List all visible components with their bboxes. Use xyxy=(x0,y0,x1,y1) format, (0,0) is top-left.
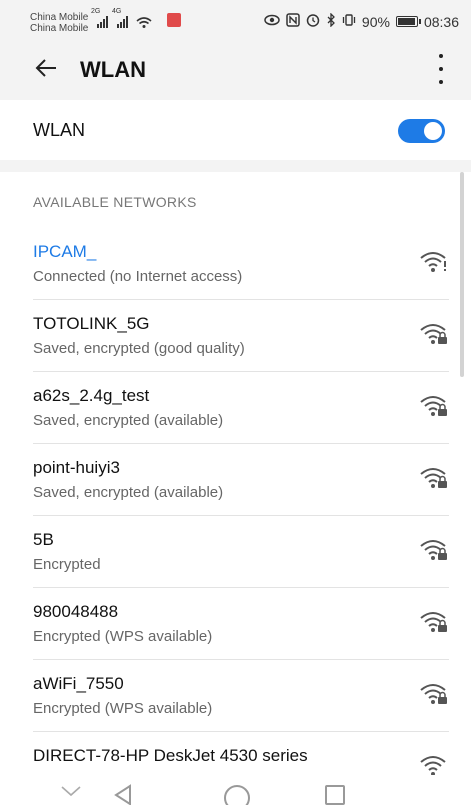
nav-recent-apps-icon[interactable] xyxy=(325,785,345,805)
app-header: WLAN xyxy=(0,40,471,100)
network-list-item[interactable]: aWiFi_7550 Encrypted (WPS available) xyxy=(0,660,471,732)
network-status: Connected (no Internet access) xyxy=(33,268,243,285)
network-status: Saved, encrypted (available) xyxy=(33,412,224,429)
carrier-names: China Mobile China Mobile xyxy=(30,12,88,34)
wifi-lock-icon xyxy=(418,320,448,346)
nfc-icon xyxy=(286,13,300,30)
nav-back-icon[interactable] xyxy=(112,784,134,805)
section-divider xyxy=(0,160,471,172)
notification-icon xyxy=(167,13,181,27)
network-list-item[interactable]: 5B Encrypted xyxy=(0,516,471,588)
network-name: TOTOLINK_5G xyxy=(33,314,150,333)
network-name: IPCAM_ xyxy=(33,242,97,261)
status-icons: 90% 08:36 xyxy=(264,12,459,30)
alarm-icon xyxy=(306,13,320,30)
wlan-toggle-label: WLAN xyxy=(33,120,86,140)
wifi-lock-icon xyxy=(418,680,448,706)
clock: 08:36 xyxy=(423,13,459,30)
bluetooth-icon xyxy=(326,12,336,30)
nav-home-icon[interactable] xyxy=(224,785,250,805)
network-list-item[interactable]: 980048488 Encrypted (WPS available) xyxy=(0,588,471,660)
network-type-2: 4G xyxy=(112,8,122,15)
network-list-item[interactable]: a62s_2.4g_test Saved, encrypted (availabl… xyxy=(0,372,471,444)
wlan-toggle-row[interactable]: WLAN xyxy=(0,100,471,160)
wlan-toggle-switch[interactable] xyxy=(398,119,445,143)
page-title: WLAN xyxy=(80,57,146,82)
wifi-lock-icon xyxy=(418,392,448,418)
status-bar: China Mobile China Mobile 2G 4G 90% 08:3… xyxy=(0,0,471,40)
wifi-no-internet-icon xyxy=(418,248,448,274)
network-list-item[interactable]: point-huiyi3 Saved, encrypted (available) xyxy=(0,444,471,516)
chevron-down-icon[interactable] xyxy=(60,781,82,804)
network-status: Encrypted (WPS available) xyxy=(33,700,213,717)
wifi-lock-icon xyxy=(418,608,448,634)
network-name: 5B xyxy=(33,530,54,549)
navigation-bar xyxy=(0,775,471,805)
wifi-lock-icon xyxy=(418,464,448,490)
network-name: DIRECT-78-HP DeskJet 4530 series xyxy=(33,746,308,765)
network-list: IPCAM_ Connected (no Internet access) TOTO… xyxy=(0,228,471,804)
carrier-1: China Mobile xyxy=(30,12,89,23)
network-type-1: 2G xyxy=(91,8,101,15)
network-status: Encrypted (WPS available) xyxy=(33,628,213,645)
network-status: Encrypted xyxy=(33,556,101,573)
network-list-item[interactable]: TOTOLINK_5G Saved, encrypted (good qualit… xyxy=(0,300,471,372)
network-name: a62s_2.4g_test xyxy=(33,386,150,405)
network-list-item[interactable]: IPCAM_ Connected (no Internet access) xyxy=(0,228,471,300)
eye-icon xyxy=(264,13,280,30)
battery-percent: 90% xyxy=(361,13,390,30)
signal-icon xyxy=(91,15,161,32)
section-title: AVAILABLE NETWORKS xyxy=(33,194,197,210)
wifi-lock-icon xyxy=(418,536,448,562)
network-name: 980048488 xyxy=(33,602,119,621)
more-vertical-icon[interactable] xyxy=(437,54,445,84)
arrow-left-icon[interactable] xyxy=(34,56,58,84)
network-name: aWiFi_7550 xyxy=(33,674,124,693)
network-status: Saved, encrypted (good quality) xyxy=(33,340,245,357)
network-status: Saved, encrypted (available) xyxy=(33,484,224,501)
network-name: point-huiyi3 xyxy=(33,458,120,477)
battery-icon xyxy=(395,16,421,27)
vibrate-icon xyxy=(342,13,356,30)
carrier-2: China Mobile xyxy=(30,23,89,34)
